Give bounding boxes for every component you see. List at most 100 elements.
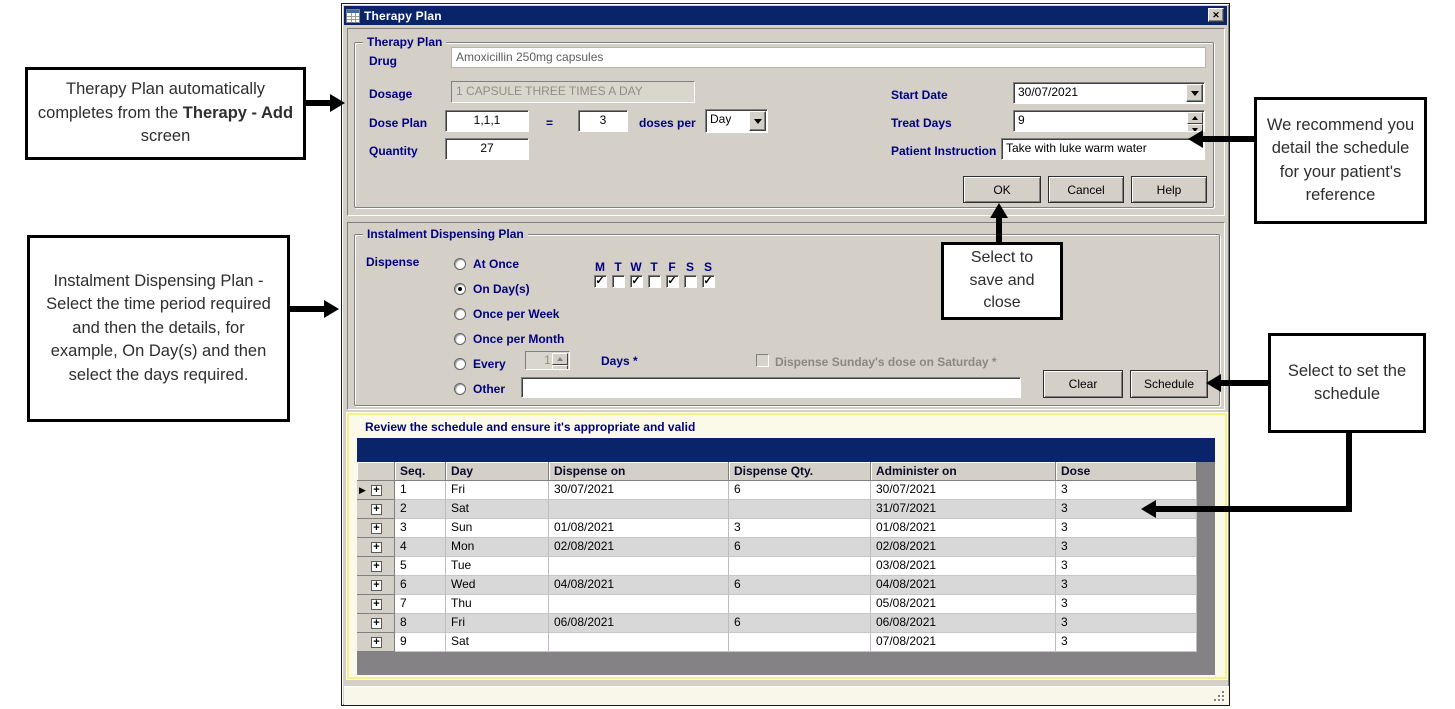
header-dispense_on[interactable]: Dispense on — [549, 462, 729, 481]
row-selector[interactable]: ▶+ — [357, 481, 395, 500]
grid-caption-bar — [357, 438, 1215, 462]
day-checkbox-T[interactable] — [648, 275, 661, 288]
radio-option-at-once[interactable]: At Once — [454, 256, 519, 272]
radio-icon[interactable] — [454, 333, 466, 345]
row-selector[interactable]: + — [357, 500, 395, 519]
chevron-down-icon — [754, 119, 762, 128]
arrow-shaft — [1156, 506, 1352, 512]
row-selector[interactable]: + — [357, 595, 395, 614]
header-day[interactable]: Day — [446, 462, 549, 481]
schedule-button[interactable]: Schedule — [1130, 370, 1208, 398]
instalment-group-label: Instalment Dispensing Plan — [363, 227, 528, 241]
table-row[interactable]: +8Fri06/08/2021606/08/20213 — [357, 614, 1197, 633]
table-row[interactable]: ▶+1Fri30/07/2021630/07/20213 — [357, 481, 1197, 500]
cell-day: Sat — [446, 500, 549, 519]
callout-set-schedule: Select to set the schedule — [1268, 333, 1426, 433]
arrow-shaft — [1346, 432, 1352, 510]
radio-option-once-per-week[interactable]: Once per Week — [454, 306, 559, 322]
table-row[interactable]: +3Sun01/08/2021301/08/20213 — [357, 519, 1197, 538]
start-date-combobox[interactable]: 30/07/2021 — [1013, 82, 1205, 104]
day-checkbox-S[interactable]: ✓ — [702, 275, 715, 288]
treat-days-field[interactable]: 9 — [1013, 110, 1205, 132]
table-row[interactable]: +7Thu05/08/20213 — [357, 595, 1197, 614]
day-checkbox-T[interactable] — [612, 275, 625, 288]
cell-dispense_qty: 6 — [729, 614, 871, 633]
row-selector[interactable]: + — [357, 538, 395, 557]
row-selector[interactable]: + — [357, 519, 395, 538]
expand-icon[interactable]: + — [371, 485, 382, 496]
row-selector[interactable]: + — [357, 576, 395, 595]
radio-icon[interactable] — [454, 283, 466, 295]
table-row[interactable]: +2Sat31/07/20213 — [357, 500, 1197, 519]
chevron-down-icon — [1191, 91, 1199, 100]
cell-administer_on: 07/08/2021 — [871, 633, 1056, 652]
start-date-dropdown-button[interactable] — [1186, 84, 1203, 102]
dose-plan-field[interactable]: 1,1,1 — [445, 110, 529, 132]
expand-icon[interactable]: + — [371, 542, 382, 553]
day-checkbox-M[interactable]: ✓ — [594, 275, 607, 288]
radio-icon[interactable] — [454, 383, 466, 395]
radio-option-other[interactable]: Other — [454, 381, 505, 397]
header-dispense_qty[interactable]: Dispense Qty. — [729, 462, 871, 481]
sunday-dose-label: Dispense Sunday's dose on Saturday * — [775, 355, 997, 369]
header-seq[interactable]: Seq. — [395, 462, 446, 481]
cancel-button[interactable]: Cancel — [1048, 176, 1124, 203]
radio-icon[interactable] — [454, 308, 466, 320]
drug-field[interactable]: Amoxicillin 250mg capsules — [451, 47, 1206, 68]
clear-button[interactable]: Clear — [1043, 370, 1123, 398]
period-value: Day — [710, 112, 731, 126]
cell-dispense_on: 06/08/2021 — [549, 614, 729, 633]
header-administer_on[interactable]: Administer on — [871, 462, 1056, 481]
close-icon[interactable]: ✕ — [1208, 8, 1224, 22]
day-letter: F — [663, 261, 681, 274]
radio-label: Every — [473, 357, 506, 371]
every-spinner: 1 — [525, 351, 570, 370]
expand-icon[interactable]: + — [371, 580, 382, 591]
quantity-field[interactable]: 27 — [445, 138, 529, 160]
expand-icon[interactable]: + — [371, 637, 382, 648]
period-combobox[interactable]: Day — [705, 109, 768, 133]
cell-administer_on: 03/08/2021 — [871, 557, 1056, 576]
radio-icon[interactable] — [454, 358, 466, 370]
ok-button[interactable]: OK — [963, 176, 1041, 203]
table-row[interactable]: +9Sat07/08/20213 — [357, 633, 1197, 652]
period-dropdown-button[interactable] — [749, 111, 766, 131]
radio-option-once-per-month[interactable]: Once per Month — [454, 331, 564, 347]
doses-count-field[interactable]: 3 — [578, 110, 628, 132]
dosage-field: 1 CAPSULE THREE TIMES A DAY — [451, 81, 695, 103]
day-checkboxes: M✓TW✓TF✓SS✓ — [591, 261, 717, 288]
radio-icon[interactable] — [454, 258, 466, 270]
other-field[interactable] — [521, 377, 1021, 398]
day-checkbox-S[interactable] — [684, 275, 697, 288]
expand-icon[interactable]: + — [371, 561, 382, 572]
expand-icon[interactable]: + — [371, 599, 382, 610]
patient-instruction-field[interactable]: Take with luke warm water — [1001, 138, 1205, 160]
spin-up-icon[interactable] — [1187, 112, 1203, 124]
treat-days-spinner[interactable] — [1187, 112, 1203, 130]
table-row[interactable]: +6Wed04/08/2021604/08/20213 — [357, 576, 1197, 595]
cell-seq: 8 — [395, 614, 446, 633]
cell-dose: 3 — [1056, 633, 1197, 652]
table-row[interactable]: +5Tue03/08/20213 — [357, 557, 1197, 576]
day-letter: S — [699, 261, 717, 274]
cell-dose: 3 — [1056, 576, 1197, 595]
expand-icon[interactable]: + — [371, 523, 382, 534]
expand-icon[interactable]: + — [371, 618, 382, 629]
table-row[interactable]: +4Mon02/08/2021602/08/20213 — [357, 538, 1197, 557]
cell-day: Fri — [446, 614, 549, 633]
expand-icon[interactable]: + — [371, 504, 382, 515]
row-selector[interactable]: + — [357, 633, 395, 652]
day-checkbox-F[interactable]: ✓ — [666, 275, 679, 288]
row-selector[interactable]: + — [357, 614, 395, 633]
callout-therapy-add-text: Therapy Plan automatically completes fro… — [36, 78, 295, 148]
radio-option-every[interactable]: Every — [454, 356, 506, 372]
callout-therapy-add: Therapy Plan automatically completes fro… — [25, 67, 306, 160]
help-button[interactable]: Help — [1131, 176, 1207, 203]
header-dose[interactable]: Dose — [1056, 462, 1197, 481]
radio-option-on-day-s-[interactable]: On Day(s) — [454, 281, 530, 297]
cell-dispense_on — [549, 557, 729, 576]
day-checkbox-W[interactable]: ✓ — [630, 275, 643, 288]
row-selector[interactable]: + — [357, 557, 395, 576]
doses-per-label: doses per — [639, 116, 696, 130]
resize-grip-icon[interactable] — [1213, 690, 1226, 703]
